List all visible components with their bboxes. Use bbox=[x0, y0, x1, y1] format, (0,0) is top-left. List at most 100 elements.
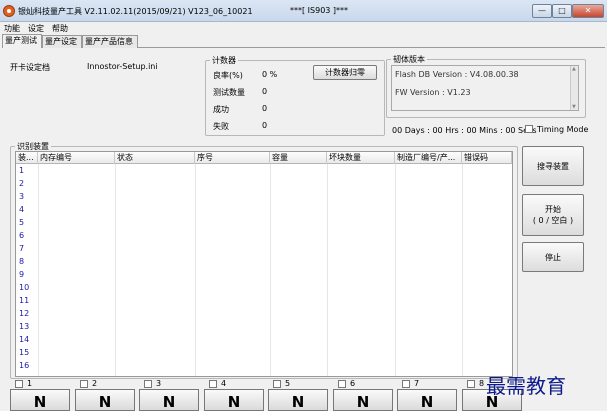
table-row[interactable]: 10 bbox=[16, 282, 512, 295]
menu-function[interactable]: 功能 bbox=[4, 23, 20, 34]
table-row[interactable]: 13 bbox=[16, 321, 512, 334]
slot-3-checkbox[interactable] bbox=[144, 380, 152, 388]
col-capacity[interactable]: 容量 bbox=[270, 152, 327, 164]
table-row[interactable]: 11 bbox=[16, 295, 512, 308]
table-row[interactable]: 7 bbox=[16, 243, 512, 256]
table-row[interactable]: 12 bbox=[16, 308, 512, 321]
success-label: 成功 bbox=[213, 105, 229, 114]
slot-6-checkbox[interactable] bbox=[338, 380, 346, 388]
fail-value: 0 bbox=[262, 121, 268, 130]
slot-6-status[interactable]: N bbox=[333, 389, 393, 411]
menu-settings[interactable]: 设定 bbox=[28, 23, 44, 34]
firmware-group-title: 韧体版本 bbox=[391, 54, 427, 65]
slot-4-checkbox[interactable] bbox=[209, 380, 217, 388]
elapsed-timer: 00 Days : 00 Hrs : 00 Mins : 00 Secs bbox=[392, 126, 537, 135]
table-row[interactable]: 14 bbox=[16, 334, 512, 347]
menu-bar: 功能 设定 帮助 bbox=[0, 22, 607, 34]
yield-label: 良率(%) bbox=[213, 71, 243, 80]
slot-2-label: 2 bbox=[92, 379, 98, 388]
table-row[interactable]: 9 bbox=[16, 269, 512, 282]
test-count-value: 0 bbox=[262, 87, 268, 96]
row-number: 14 bbox=[19, 335, 30, 344]
settings-file-label: 开卡设定档 bbox=[10, 63, 50, 72]
window-title-chip: ***[ IS903 ]*** bbox=[290, 6, 349, 15]
fail-label: 失败 bbox=[213, 122, 229, 131]
row-number: 10 bbox=[19, 283, 30, 292]
counter-group-title: 计数器 bbox=[210, 55, 238, 66]
col-serial[interactable]: 序号 bbox=[195, 152, 270, 164]
slot-1-status[interactable]: N bbox=[10, 389, 70, 411]
col-bad-blocks[interactable]: 坏块数量 bbox=[327, 152, 395, 164]
slot-2-status[interactable]: N bbox=[75, 389, 135, 411]
title-bar: 银灿科技量产工具 V2.11.02.11(2015/09/21) V123_06… bbox=[0, 0, 607, 22]
slot-3-status[interactable]: N bbox=[139, 389, 199, 411]
slot-2-checkbox[interactable] bbox=[80, 380, 88, 388]
close-button[interactable]: ✕ bbox=[572, 4, 604, 18]
table-row[interactable]: 5 bbox=[16, 217, 512, 230]
fw-version: FW Version : V1.23 bbox=[395, 88, 471, 97]
firmware-info-box[interactable]: Flash DB Version : V4.08.00.38 FW Versio… bbox=[391, 65, 579, 111]
slot-8-label: 8 bbox=[479, 379, 485, 388]
row-number: 11 bbox=[19, 296, 30, 305]
minimize-button[interactable]: — bbox=[532, 4, 552, 18]
flash-db-version: Flash DB Version : V4.08.00.38 bbox=[395, 70, 519, 79]
firmware-scrollbar[interactable] bbox=[570, 66, 578, 110]
row-number: 5 bbox=[19, 218, 25, 227]
row-number: 2 bbox=[19, 179, 25, 188]
table-row[interactable]: 15 bbox=[16, 347, 512, 360]
reset-counter-button[interactable]: 计数器归零 bbox=[313, 65, 377, 80]
maximize-button[interactable]: □ bbox=[552, 4, 572, 18]
device-table-header: 装... 内存编号 状态 序号 容量 坏块数量 制造厂编号/产... 错误码 bbox=[16, 152, 512, 164]
slot-5-label: 5 bbox=[285, 379, 291, 388]
table-row[interactable]: 8 bbox=[16, 256, 512, 269]
window-title: 银灿科技量产工具 V2.11.02.11(2015/09/21) V123_06… bbox=[18, 7, 253, 16]
col-error-code[interactable]: 错误码 bbox=[462, 152, 512, 164]
slot-7-checkbox[interactable] bbox=[402, 380, 410, 388]
row-number: 15 bbox=[19, 348, 30, 357]
slot-1-label: 1 bbox=[27, 379, 33, 388]
device-table[interactable]: 装... 内存编号 状态 序号 容量 坏块数量 制造厂编号/产... 错误码 1… bbox=[15, 151, 513, 377]
slot-5-checkbox[interactable] bbox=[273, 380, 281, 388]
slot-7-status[interactable]: N bbox=[397, 389, 457, 411]
tab-product-info[interactable]: 量产产品信息 bbox=[82, 35, 138, 48]
col-manufacturer-id[interactable]: 制造厂编号/产... bbox=[395, 152, 462, 164]
tab-strip: 量产测试 量产设定 量产产品信息 bbox=[2, 34, 605, 48]
timing-mode-label: Timing Mode bbox=[537, 125, 589, 134]
slot-1-checkbox[interactable] bbox=[15, 380, 23, 388]
row-number: 13 bbox=[19, 322, 30, 331]
slot-5-status[interactable]: N bbox=[268, 389, 328, 411]
col-status[interactable]: 状态 bbox=[115, 152, 195, 164]
table-row[interactable]: 16 bbox=[16, 360, 512, 373]
timing-mode-checkbox[interactable] bbox=[525, 125, 533, 133]
row-number: 12 bbox=[19, 309, 30, 318]
slot-4-label: 4 bbox=[221, 379, 227, 388]
slot-4-status[interactable]: N bbox=[204, 389, 264, 411]
success-value: 0 bbox=[262, 104, 268, 113]
slot-3-label: 3 bbox=[156, 379, 162, 388]
stop-button[interactable]: 停止 bbox=[522, 242, 584, 272]
table-row[interactable]: 6 bbox=[16, 230, 512, 243]
app-logo-icon bbox=[3, 5, 15, 17]
watermark-text: 最需教育 bbox=[486, 374, 566, 398]
yield-value: 0 % bbox=[262, 70, 278, 79]
row-number: 16 bbox=[19, 361, 30, 370]
menu-help[interactable]: 帮助 bbox=[52, 23, 68, 34]
table-row[interactable]: 3 bbox=[16, 191, 512, 204]
col-memory-id[interactable]: 内存编号 bbox=[38, 152, 115, 164]
start-button[interactable]: 开始 ( 0 / 空白 ) bbox=[522, 194, 584, 236]
table-row[interactable]: 2 bbox=[16, 178, 512, 191]
slot-7-label: 7 bbox=[414, 379, 420, 388]
table-row[interactable]: 1 bbox=[16, 165, 512, 178]
slot-8-checkbox[interactable] bbox=[467, 380, 475, 388]
col-device[interactable]: 装... bbox=[16, 152, 38, 164]
search-device-button[interactable]: 搜寻装置 bbox=[522, 146, 584, 186]
row-number: 4 bbox=[19, 205, 25, 214]
row-number: 9 bbox=[19, 270, 25, 279]
table-row[interactable]: 4 bbox=[16, 204, 512, 217]
tab-production-test[interactable]: 量产测试 bbox=[2, 34, 42, 48]
slot-6-label: 6 bbox=[350, 379, 356, 388]
settings-file-value: Innostor-Setup.ini bbox=[87, 62, 158, 71]
tab-production-settings[interactable]: 量产设定 bbox=[42, 35, 82, 48]
test-count-label: 测试数量 bbox=[213, 88, 245, 97]
row-number: 6 bbox=[19, 231, 25, 240]
